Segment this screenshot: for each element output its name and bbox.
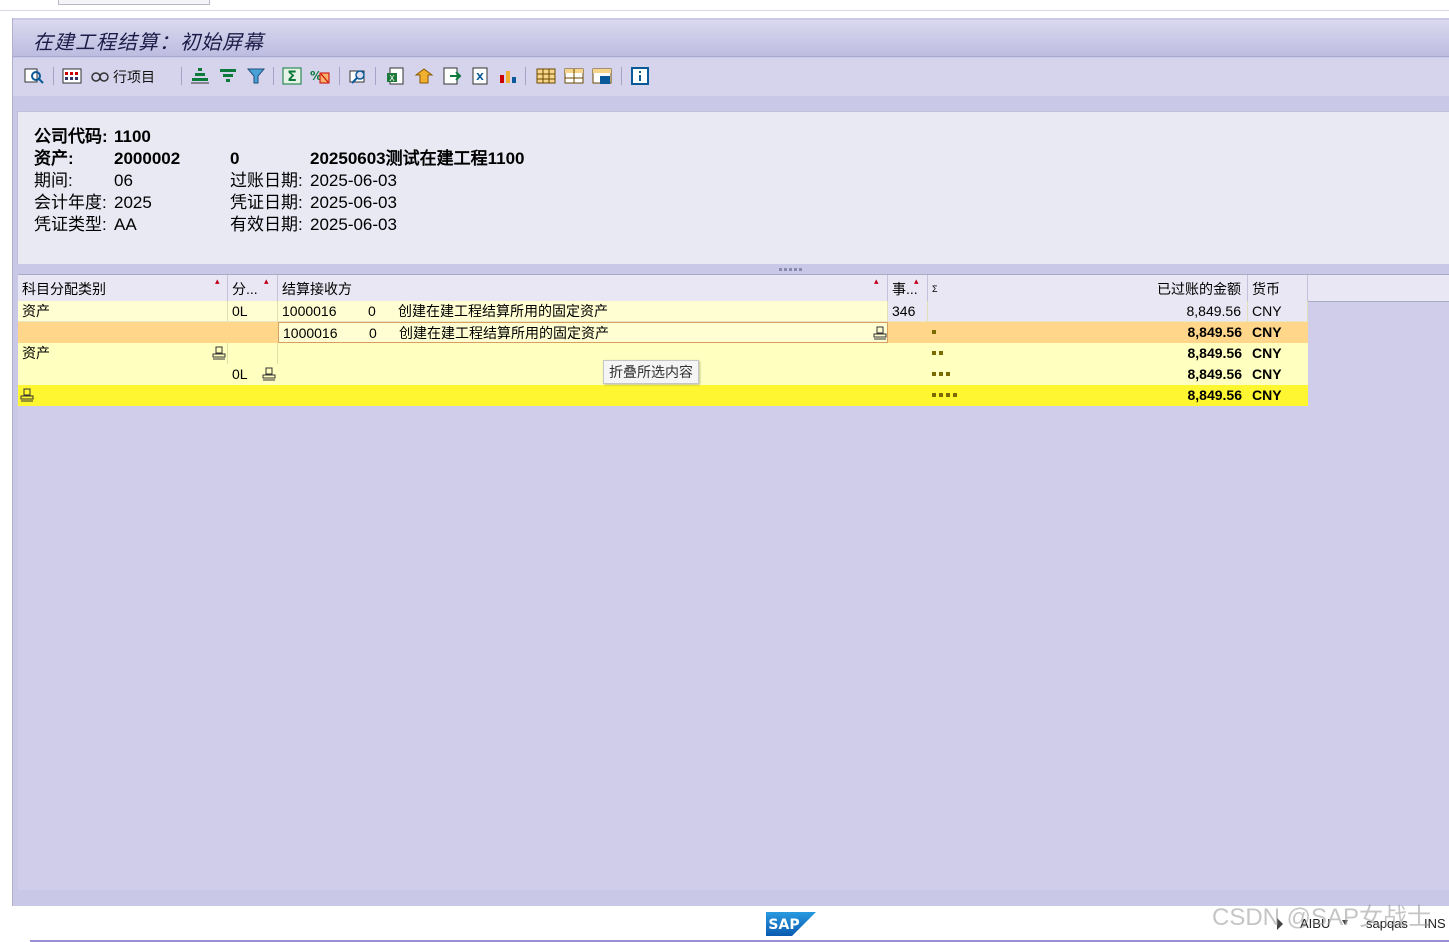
save-layout-icon[interactable] xyxy=(591,66,613,86)
settlement-grid: 科目分配类别 ▴ 分... ▴ 结算接收方 ▴ 事... ▴ Σ 已过账的金额 货币 资产… xyxy=(18,274,1449,890)
posting-date-value: 2025-06-03 xyxy=(310,171,397,190)
tab-stub[interactable] xyxy=(58,0,210,5)
cell-currency: CNY xyxy=(1252,345,1282,361)
watermark: CSDN @SAP女战士 xyxy=(1212,904,1432,931)
fiscal-year-value: 2025 xyxy=(114,193,152,212)
select-layout-icon[interactable] xyxy=(61,66,83,86)
header-info-panel: 公司代码: 1100 资产: 2000002 0 20250603测试在建工程1… xyxy=(17,111,1449,264)
asset-number: 2000002 xyxy=(114,149,181,168)
info-icon[interactable] xyxy=(629,66,651,86)
application-toolbar: 行项目 Σ % X X xyxy=(13,58,1449,96)
value-date-value: 2025-06-03 xyxy=(310,215,397,234)
company-code-label: 公司代码: xyxy=(34,127,108,146)
abc-analysis-icon[interactable]: X xyxy=(469,66,491,86)
doc-date-label: 凭证日期: xyxy=(230,193,303,212)
cell-amount: 8,849.56 xyxy=(1187,387,1243,403)
svg-text:SAP: SAP xyxy=(768,917,799,933)
grand-total-row[interactable]: 8,849.56 CNY xyxy=(18,385,1308,406)
svg-text:X: X xyxy=(476,72,484,83)
sap-logo-icon: SAP xyxy=(766,912,816,936)
asset-subnumber: 0 xyxy=(230,149,240,168)
total-icon xyxy=(20,388,34,402)
glasses-icon[interactable] xyxy=(89,66,111,86)
cell-currency: CNY xyxy=(1252,366,1282,382)
subtotal-row[interactable]: 1000016 0 创建在建工程结算所用的固定资产 8,849.56 CNY xyxy=(18,322,1308,343)
doc-type-label: 凭证类型: xyxy=(34,215,107,234)
sum-icon[interactable]: Σ xyxy=(281,66,303,86)
cell-amount: 8,849.56 xyxy=(1187,345,1243,361)
period-label: 期间: xyxy=(34,171,73,190)
export-excel-icon[interactable]: X xyxy=(385,66,407,86)
cell-amount: 8,849.56 xyxy=(1187,324,1243,340)
cell-currency: CNY xyxy=(1248,301,1308,322)
tooltip: 折叠所选内容 xyxy=(603,360,699,384)
asset-description: 20250603测试在建工程1100 xyxy=(310,149,525,168)
choose-layout-icon[interactable] xyxy=(563,66,585,86)
col-header-receiver[interactable]: 结算接收方 ▴ xyxy=(278,275,888,301)
splitter-handle[interactable] xyxy=(779,268,803,271)
local-file-icon[interactable] xyxy=(441,66,463,86)
cell-amount: 8,849.56 xyxy=(928,301,1248,322)
subtotal-icon xyxy=(262,367,276,381)
title-bar: 在建工程结算：初始屏幕 xyxy=(13,20,1449,57)
change-layout-icon[interactable] xyxy=(535,66,557,86)
cell-dist: 0L xyxy=(228,364,288,385)
posting-date-label: 过账日期: xyxy=(230,171,303,190)
cell-amount: 8,849.56 xyxy=(1187,366,1243,382)
print-preview-icon[interactable] xyxy=(347,66,369,86)
value-date-label: 有效日期: xyxy=(230,215,303,234)
asset-label: 资产: xyxy=(34,149,74,168)
filter-icon[interactable] xyxy=(245,66,267,86)
fiscal-year-label: 会计年度: xyxy=(34,193,107,212)
sigma-icon: Σ xyxy=(932,284,938,294)
sort-ascending-icon[interactable] xyxy=(189,66,211,86)
line-items-button[interactable]: 行项目 xyxy=(113,67,155,87)
svg-text:X: X xyxy=(389,74,395,83)
word-processing-icon[interactable] xyxy=(413,66,435,86)
col-header-currency[interactable]: 货币 xyxy=(1248,275,1308,301)
cell-currency: CNY xyxy=(1252,387,1282,403)
period-value: 06 xyxy=(114,171,133,190)
cell-receiver: 1000016 0 创建在建工程结算所用的固定资产 xyxy=(278,301,888,322)
doc-date-value: 2025-06-03 xyxy=(310,193,397,212)
col-header-trans[interactable]: 事... ▴ xyxy=(888,275,928,301)
sap-window: 在建工程结算：初始屏幕 行项目 Σ % X X 公司代码: 1100 资产: 2… xyxy=(12,18,1449,906)
top-strip xyxy=(0,0,1449,11)
subtotal-icon[interactable]: % xyxy=(309,66,331,86)
col-header-amount[interactable]: Σ 已过账的金额 xyxy=(928,275,1248,301)
sort-descending-icon[interactable] xyxy=(217,66,239,86)
cell-dist: 0L xyxy=(228,301,278,322)
cell-receiver: 1000016 0 创建在建工程结算所用的固定资产 xyxy=(278,322,888,343)
screen-title: 在建工程结算：初始屏幕 xyxy=(33,30,264,54)
svg-text:Σ: Σ xyxy=(287,69,297,85)
grid-header: 科目分配类别 ▴ 分... ▴ 结算接收方 ▴ 事... ▴ Σ 已过账的金额 货币 xyxy=(18,274,1449,302)
cell-trans: 346 xyxy=(888,301,928,322)
col-header-acct-assign[interactable]: 科目分配类别 ▴ xyxy=(18,275,228,301)
col-header-dist[interactable]: 分... ▴ xyxy=(228,275,278,301)
subtotal-icon xyxy=(873,326,887,340)
company-code-value: 1100 xyxy=(114,127,151,146)
details-icon[interactable] xyxy=(23,66,45,86)
cell-currency: CNY xyxy=(1252,324,1282,340)
cell-acct-assign: 资产 xyxy=(18,343,228,364)
graphic-icon[interactable] xyxy=(497,66,519,86)
cell-acct-assign: 资产 xyxy=(18,301,228,322)
table-row[interactable]: 资产 0L 1000016 0 创建在建工程结算所用的固定资产 346 8,84… xyxy=(18,301,1308,322)
cell-dist xyxy=(228,343,278,364)
subtotal-icon xyxy=(212,346,226,360)
doc-type-value: AA xyxy=(114,215,137,234)
